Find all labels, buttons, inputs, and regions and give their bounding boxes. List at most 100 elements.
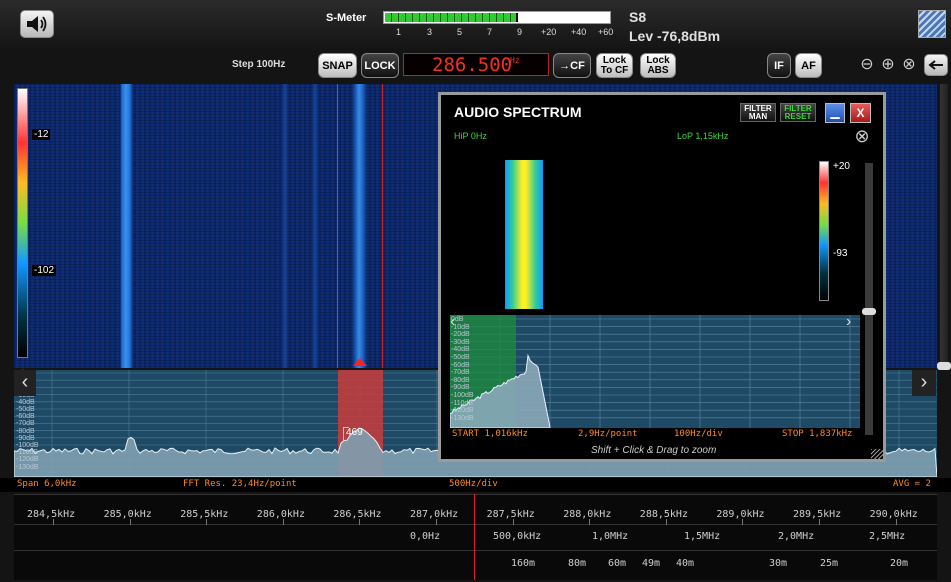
audio-spectrum-graph[interactable]: 0dB -10dB -20dB -30dB -40dB -50dB -60dB -70dB -8… — [450, 315, 860, 428]
peak-label: 469 — [346, 427, 363, 438]
zoom-reset-icon[interactable]: ⊗ — [899, 55, 919, 75]
smeter-scale-label: 9 — [517, 27, 523, 37]
db-label: -40dB — [16, 398, 35, 406]
smeter-scale-label: 3 — [427, 27, 433, 37]
spectrum-right-arrow-icon[interactable]: › — [912, 370, 936, 396]
scrollbar-knob[interactable] — [937, 362, 951, 370]
top-bar: S-Meter 1 3 5 7 9 +20 +40 +60 S8 Lev -76… — [0, 0, 951, 48]
db-label: -50dB — [16, 406, 35, 413]
khz-scale-label: 287,0kHz — [410, 509, 459, 520]
lock-abs-button[interactable]: Lock ABS — [640, 53, 676, 78]
audio-div-label: 100Hz/div — [674, 429, 723, 439]
filter-edge-right[interactable] — [382, 84, 383, 368]
audio-db-label: -130dB — [451, 414, 474, 422]
lock-button[interactable]: LOCK — [361, 53, 399, 78]
colorbar-tick: -12 — [32, 129, 51, 140]
audio-scrollbar[interactable] — [865, 163, 873, 435]
lock-abs-line2: ABS — [647, 64, 669, 76]
smeter-peak-marker — [516, 13, 519, 22]
frequency-scales[interactable]: 284,5kHz 285,0kHz 285,5kHz 286,0kHz 286,5kHz… — [14, 494, 937, 580]
mhz-scale-label: 2,0MHz — [778, 531, 815, 542]
audio-db-label: -100dB — [451, 392, 474, 399]
back-arrow-icon[interactable] — [924, 54, 948, 76]
smeter-scale-label: 5 — [457, 27, 463, 37]
audio-db-label: -50dB — [451, 354, 470, 361]
speaker-glyph — [27, 16, 47, 32]
audio-db-label: -120dB — [451, 407, 474, 415]
audio-spectrum-title: AUDIO SPECTRUM — [454, 104, 582, 120]
filter-reset-button[interactable]: FILTER RESET — [780, 103, 816, 122]
smeter-label: S-Meter — [326, 12, 367, 24]
smeter-scale-label: +40 — [571, 27, 587, 37]
audio-colorbar-tick: +20 — [833, 161, 850, 172]
lock-to-cf-button[interactable]: Lock To CF — [596, 53, 633, 78]
band-scale-label: 25m — [820, 558, 839, 569]
band-scale-label: 60m — [608, 558, 627, 569]
audio-right-arrow-icon[interactable]: › — [846, 313, 860, 333]
audio-scrollbar-knob[interactable] — [862, 308, 876, 315]
smeter-scale-label: +60 — [598, 27, 614, 37]
audio-db-label: -70dB — [451, 369, 470, 377]
frequency-unit: Hz — [510, 56, 520, 65]
tuning-marker[interactable] — [353, 358, 367, 366]
khz-scale-label: 289,0kHz — [716, 509, 765, 520]
audio-db-label: -90dB — [451, 384, 470, 392]
frequency-cursor — [474, 494, 475, 580]
db-label: -80dB — [16, 427, 35, 435]
audio-spectrum-window[interactable]: AUDIO SPECTRUM HiP 0Hz LoP 1,15kHz FILTE… — [438, 92, 886, 462]
audio-db-label: -110dB — [451, 399, 474, 407]
if-button[interactable]: IF — [767, 53, 791, 78]
filter-man-line2: MAN — [748, 112, 768, 121]
smeter-scale-label: 7 — [487, 27, 493, 37]
audio-db-label: -60dB — [451, 361, 470, 369]
frequency-display[interactable]: 286.500 Hz — [403, 53, 549, 76]
highpass-label: HiP 0Hz — [454, 131, 487, 141]
mhz-scale-label: 2,5MHz — [869, 531, 906, 542]
pin-icon[interactable] — [918, 10, 946, 38]
zoom-out-icon[interactable]: ⊖ — [857, 55, 877, 75]
audio-db-label: -80dB — [451, 376, 470, 384]
filter-man-button[interactable]: FILTER MAN — [740, 103, 776, 122]
resize-grip-icon[interactable] — [871, 449, 883, 461]
audio-start-label: START 1,016kHz — [452, 429, 528, 439]
band-scale-label: 20m — [890, 558, 909, 569]
spectrum-left-arrow-icon[interactable]: ‹ — [14, 370, 36, 396]
db-label: -120dB — [16, 456, 39, 464]
smeter-scale-label: 1 — [396, 27, 402, 37]
mhz-scale-label: 1,0MHz — [592, 531, 629, 542]
fft-res-status: FFT Res. 23,4Hz/point — [183, 479, 297, 489]
db-label: -110dB — [16, 449, 39, 457]
db-label: -100dB — [16, 442, 39, 449]
audio-colorbar-tick: -93 — [833, 248, 848, 259]
waterfall-scrollbar[interactable] — [940, 84, 948, 368]
close-icon[interactable]: X — [850, 103, 871, 123]
zoom-in-icon[interactable]: ⊕ — [878, 55, 898, 75]
lock-to-cf-line2: To CF — [600, 64, 629, 76]
db-label: -60dB — [16, 413, 35, 421]
khz-scale-label: 288,5kHz — [639, 509, 688, 520]
af-button[interactable]: AF — [795, 53, 822, 78]
audio-stop-label: STOP 1,837kHz — [782, 429, 853, 439]
frequency-value: 286.500 — [432, 54, 513, 76]
khz-scale-label: 287,5kHz — [486, 509, 535, 520]
s-unit-reading: S8 — [629, 9, 647, 25]
speaker-icon[interactable] — [20, 10, 54, 38]
audio-left-arrow-icon[interactable]: ‹ — [450, 313, 464, 333]
khz-scale-label: 289,5kHz — [793, 509, 842, 520]
status-line: Span 6,0kHz FFT Res. 23,4Hz/point 500Hz/… — [0, 478, 951, 492]
span-status: Span 6,0kHz — [17, 479, 77, 489]
filter-reset-line2: RESET — [784, 112, 812, 121]
smeter-scale-label: +20 — [541, 27, 557, 37]
cf-button[interactable]: →CF — [553, 53, 591, 78]
db-label: -70dB — [16, 420, 35, 428]
zoom-reset-icon[interactable]: ⊗ — [852, 126, 872, 146]
minimize-icon[interactable]: ▁ — [825, 103, 845, 123]
mhz-scale-row: 0,0Hz 500,0kHz 1,0MHz 1,5MHz 2,0MHz 2,5MHz — [14, 525, 937, 551]
audio-colorbar — [819, 161, 829, 301]
db-label: -130dB — [16, 463, 39, 471]
audio-waterfall[interactable] — [505, 160, 543, 309]
filter-edge-left[interactable] — [337, 84, 338, 368]
khz-scale-label: 286,0kHz — [256, 509, 305, 520]
snap-button[interactable]: SNAP — [318, 53, 357, 78]
waterfall-colorbar — [17, 88, 28, 358]
